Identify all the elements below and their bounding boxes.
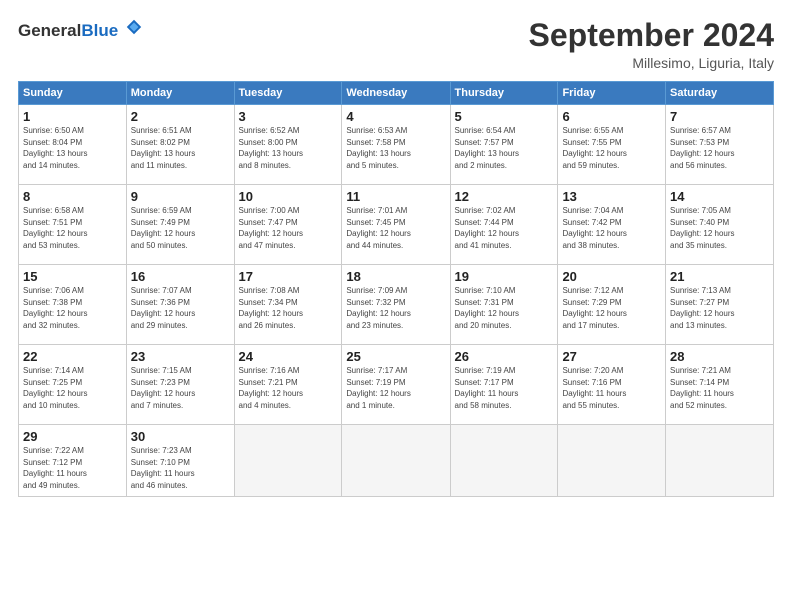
table-row: 15Sunrise: 7:06 AM Sunset: 7:38 PM Dayli… [19,265,127,345]
table-row: 17Sunrise: 7:08 AM Sunset: 7:34 PM Dayli… [234,265,342,345]
table-row: 21Sunrise: 7:13 AM Sunset: 7:27 PM Dayli… [666,265,774,345]
table-row: 2Sunrise: 6:51 AM Sunset: 8:02 PM Daylig… [126,105,234,185]
col-tuesday: Tuesday [234,82,342,105]
calendar-week-row: 15Sunrise: 7:06 AM Sunset: 7:38 PM Dayli… [19,265,774,345]
table-row: 25Sunrise: 7:17 AM Sunset: 7:19 PM Dayli… [342,345,450,425]
table-row: 22Sunrise: 7:14 AM Sunset: 7:25 PM Dayli… [19,345,127,425]
calendar-week-row: 22Sunrise: 7:14 AM Sunset: 7:25 PM Dayli… [19,345,774,425]
table-row [666,425,774,496]
table-row: 29Sunrise: 7:22 AM Sunset: 7:12 PM Dayli… [19,425,127,496]
calendar-week-row: 1Sunrise: 6:50 AM Sunset: 8:04 PM Daylig… [19,105,774,185]
table-row: 19Sunrise: 7:10 AM Sunset: 7:31 PM Dayli… [450,265,558,345]
table-row: 26Sunrise: 7:19 AM Sunset: 7:17 PM Dayli… [450,345,558,425]
table-row: 4Sunrise: 6:53 AM Sunset: 7:58 PM Daylig… [342,105,450,185]
table-row: 18Sunrise: 7:09 AM Sunset: 7:32 PM Dayli… [342,265,450,345]
location-title: Millesimo, Liguria, Italy [529,55,774,71]
table-row: 14Sunrise: 7:05 AM Sunset: 7:40 PM Dayli… [666,185,774,265]
calendar-week-row: 8Sunrise: 6:58 AM Sunset: 7:51 PM Daylig… [19,185,774,265]
table-row: 30Sunrise: 7:23 AM Sunset: 7:10 PM Dayli… [126,425,234,496]
table-row [558,425,666,496]
table-row: 7Sunrise: 6:57 AM Sunset: 7:53 PM Daylig… [666,105,774,185]
logo: GeneralBlue [18,18,143,41]
table-row: 23Sunrise: 7:15 AM Sunset: 7:23 PM Dayli… [126,345,234,425]
title-block: September 2024 Millesimo, Liguria, Italy [529,18,774,71]
table-row: 8Sunrise: 6:58 AM Sunset: 7:51 PM Daylig… [19,185,127,265]
month-title: September 2024 [529,18,774,53]
page-header: GeneralBlue September 2024 Millesimo, Li… [18,18,774,71]
col-sunday: Sunday [19,82,127,105]
table-row [234,425,342,496]
calendar-week-row: 29Sunrise: 7:22 AM Sunset: 7:12 PM Dayli… [19,425,774,496]
table-row: 9Sunrise: 6:59 AM Sunset: 7:49 PM Daylig… [126,185,234,265]
table-row: 12Sunrise: 7:02 AM Sunset: 7:44 PM Dayli… [450,185,558,265]
table-row: 27Sunrise: 7:20 AM Sunset: 7:16 PM Dayli… [558,345,666,425]
table-row: 24Sunrise: 7:16 AM Sunset: 7:21 PM Dayli… [234,345,342,425]
table-row: 13Sunrise: 7:04 AM Sunset: 7:42 PM Dayli… [558,185,666,265]
table-row: 11Sunrise: 7:01 AM Sunset: 7:45 PM Dayli… [342,185,450,265]
col-wednesday: Wednesday [342,82,450,105]
col-monday: Monday [126,82,234,105]
calendar-header-row: Sunday Monday Tuesday Wednesday Thursday… [19,82,774,105]
table-row: 10Sunrise: 7:00 AM Sunset: 7:47 PM Dayli… [234,185,342,265]
table-row: 3Sunrise: 6:52 AM Sunset: 8:00 PM Daylig… [234,105,342,185]
table-row: 20Sunrise: 7:12 AM Sunset: 7:29 PM Dayli… [558,265,666,345]
table-row [450,425,558,496]
table-row: 5Sunrise: 6:54 AM Sunset: 7:57 PM Daylig… [450,105,558,185]
table-row: 28Sunrise: 7:21 AM Sunset: 7:14 PM Dayli… [666,345,774,425]
calendar-table: Sunday Monday Tuesday Wednesday Thursday… [18,81,774,496]
table-row: 1Sunrise: 6:50 AM Sunset: 8:04 PM Daylig… [19,105,127,185]
col-friday: Friday [558,82,666,105]
col-saturday: Saturday [666,82,774,105]
table-row: 6Sunrise: 6:55 AM Sunset: 7:55 PM Daylig… [558,105,666,185]
table-row: 16Sunrise: 7:07 AM Sunset: 7:36 PM Dayli… [126,265,234,345]
logo-icon [125,18,143,36]
table-row [342,425,450,496]
col-thursday: Thursday [450,82,558,105]
logo-general: GeneralBlue [18,18,143,41]
